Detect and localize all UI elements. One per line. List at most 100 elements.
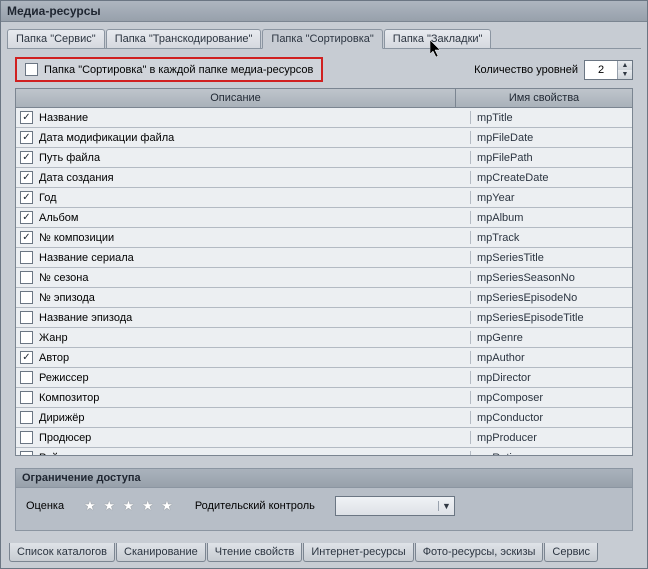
table-header: Описание Имя свойства [15,88,633,108]
row-checkbox[interactable] [20,391,33,404]
row-property: mpTrack [471,232,632,244]
btab-catalogs[interactable]: Список каталогов [9,543,115,562]
row-checkbox[interactable] [20,451,33,456]
row-description: Автор [39,352,69,364]
row-property: mpFileDate [471,132,632,144]
col-property-name[interactable]: Имя свойства [455,88,633,108]
tab-service[interactable]: Папка "Сервис" [7,29,105,48]
row-checkbox[interactable] [20,311,33,324]
row-property: mpTitle [471,112,632,124]
table-row[interactable]: Дирижёр mpConductor [16,408,632,428]
row-property: mpDirector [471,372,632,384]
row-description: Название эпизода [39,312,132,324]
tab-panel-sorting: Папка "Сортировка" в каждой папке медиа-… [7,48,641,539]
row-checkbox[interactable] [20,411,33,424]
parental-select[interactable]: ▼ [335,496,455,516]
table-row[interactable]: Путь файла mpFilePath [16,148,632,168]
row-property: mpSeriesEpisodeTitle [471,312,632,324]
levels-label: Количество уровней [474,64,578,76]
row-property: mpSeriesTitle [471,252,632,264]
table-row[interactable]: Название mpTitle [16,108,632,128]
window-title: Медиа-ресурсы [1,1,647,22]
row-description: Название [39,112,88,124]
options-row: Папка "Сортировка" в каждой папке медиа-… [15,57,633,82]
row-property: mpFilePath [471,152,632,164]
btab-read-props[interactable]: Чтение свойств [207,543,303,562]
row-description: № композиции [39,232,114,244]
levels-control: Количество уровней ▲ ▼ [474,60,633,80]
row-description: № сезона [39,272,88,284]
row-checkbox[interactable] [20,151,33,164]
btab-scanning[interactable]: Сканирование [116,543,206,562]
row-checkbox[interactable] [20,131,33,144]
table-row[interactable]: РейтингmpRating [16,448,632,456]
row-property: mpGenre [471,332,632,344]
row-description: Режиссер [39,372,89,384]
tab-transcoding[interactable]: Папка "Транскодирование" [106,29,262,48]
access-restriction-section: Ограничение доступа Оценка ★ ★ ★ ★ ★ Род… [15,468,633,531]
table-row[interactable]: АльбомmpAlbum [16,208,632,228]
table-row[interactable]: Режиссер mpDirector [16,368,632,388]
row-checkbox[interactable] [20,431,33,444]
levels-up-button[interactable]: ▲ [618,61,632,70]
row-checkbox[interactable] [20,111,33,124]
rating-label: Оценка [26,500,64,512]
row-property: mpCreateDate [471,172,632,184]
row-checkbox[interactable] [20,211,33,224]
row-description: Дирижёр [39,412,84,424]
table-row[interactable]: Название сериала mpSeriesTitle [16,248,632,268]
row-property: mpYear [471,192,632,204]
sorting-folder-option: Папка "Сортировка" в каждой папке медиа-… [15,57,323,82]
levels-spinner: ▲ ▼ [584,60,633,80]
btab-internet[interactable]: Интернет-ресурсы [303,543,413,562]
table-body[interactable]: Название mpTitle Дата модификации файла mpF… [15,108,633,456]
row-description: Название сериала [39,252,134,264]
row-description: № эпизода [39,292,95,304]
table-row[interactable]: № сезона mpSeriesSeasonNo [16,268,632,288]
row-description: Жанр [39,332,68,344]
row-description: Дата модификации файла [39,132,174,144]
row-description: Композитор [39,392,99,404]
btab-photo[interactable]: Фото-ресурсы, эскизы [415,543,544,562]
properties-table: Описание Имя свойства Название mpTitle Дат… [15,88,633,464]
row-description: Год [39,192,57,204]
chevron-down-icon: ▼ [438,501,454,511]
bottom-tabs: Список каталогов Сканирование Чтение сво… [1,543,647,568]
row-property: mpSeriesSeasonNo [471,272,632,284]
table-row[interactable]: № композиции mpTrack [16,228,632,248]
row-property: mpComposer [471,392,632,404]
table-row[interactable]: АвторmpAuthor [16,348,632,368]
levels-down-button[interactable]: ▼ [618,70,632,79]
parental-label: Родительский контроль [195,500,315,512]
row-description: Путь файла [39,152,100,164]
btab-service[interactable]: Сервис [544,543,598,562]
table-row[interactable]: Год mpYear [16,188,632,208]
row-checkbox[interactable] [20,291,33,304]
row-property: mpConductor [471,412,632,424]
settings-window: Медиа-ресурсы Папка "Сервис" Папка "Тран… [0,0,648,569]
table-row[interactable]: № эпизодаmpSeriesEpisodeNo [16,288,632,308]
row-description: Продюсер [39,432,91,444]
rating-stars[interactable]: ★ ★ ★ ★ ★ [84,498,175,514]
table-row[interactable]: Композитор mpComposer [16,388,632,408]
row-checkbox[interactable] [20,371,33,384]
row-description: Альбом [39,212,78,224]
table-row[interactable]: Дата модификации файла mpFileDate [16,128,632,148]
row-checkbox[interactable] [20,171,33,184]
row-checkbox[interactable] [20,331,33,344]
table-row[interactable]: Жанр mpGenre [16,328,632,348]
row-checkbox[interactable] [20,351,33,364]
table-row[interactable]: Название эпизода mpSeriesEpisodeTitle [16,308,632,328]
sorting-folder-label: Папка "Сортировка" в каждой папке медиа-… [44,64,313,76]
row-checkbox[interactable] [20,271,33,284]
row-checkbox[interactable] [20,251,33,264]
tab-bookmarks[interactable]: Папка "Закладки" [384,29,492,48]
row-checkbox[interactable] [20,191,33,204]
tab-sorting[interactable]: Папка "Сортировка" [262,29,382,49]
table-row[interactable]: ПродюсерmpProducer [16,428,632,448]
levels-input[interactable] [585,61,617,79]
row-checkbox[interactable] [20,231,33,244]
sorting-folder-checkbox[interactable] [25,63,38,76]
col-description[interactable]: Описание [15,88,455,108]
table-row[interactable]: Дата созданияmpCreateDate [16,168,632,188]
